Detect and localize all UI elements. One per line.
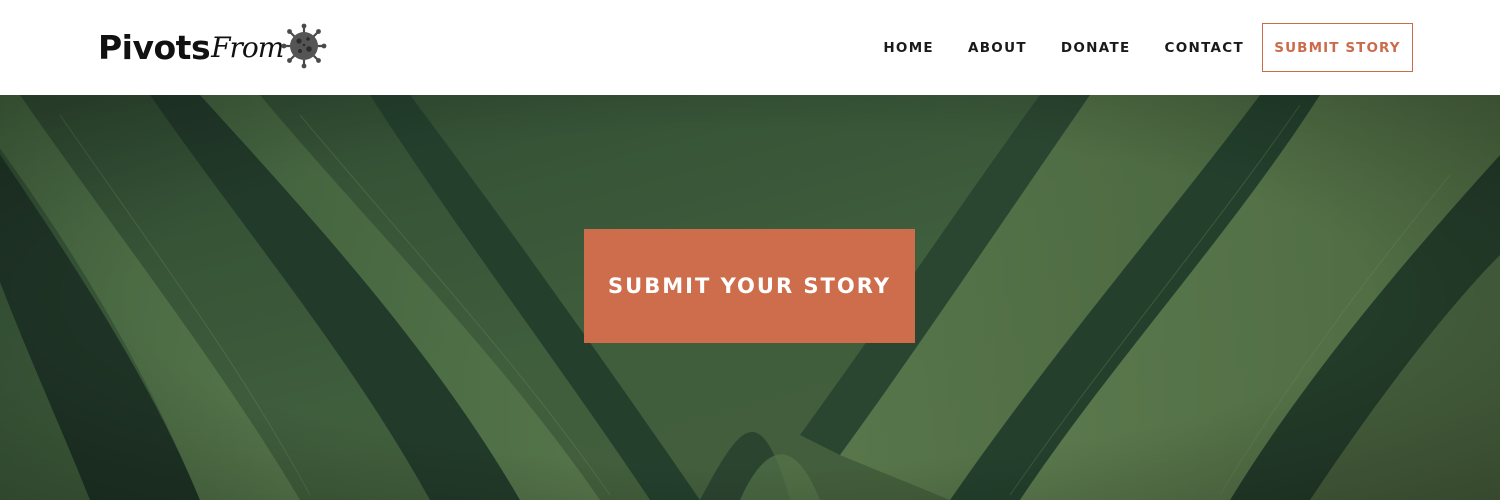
nav-contact-link[interactable]: CONTACT bbox=[1164, 40, 1244, 56]
site-header: Pivots From HOME ABOUT DONATE CONTACT SU… bbox=[0, 0, 1500, 95]
site-logo[interactable]: Pivots From bbox=[98, 22, 327, 72]
logo-wordmark: Pivots bbox=[98, 27, 211, 67]
logo-script-text: From bbox=[211, 30, 284, 64]
hero-banner: SUBMIT YOUR STORY bbox=[0, 95, 1500, 500]
submit-your-story-button[interactable]: SUBMIT YOUR STORY bbox=[584, 229, 915, 343]
virus-icon bbox=[281, 23, 327, 69]
nav-home-link[interactable]: HOME bbox=[883, 40, 934, 56]
nav-donate-link[interactable]: DONATE bbox=[1061, 40, 1131, 56]
nav-about-link[interactable]: ABOUT bbox=[968, 40, 1027, 56]
submit-story-button[interactable]: SUBMIT STORY bbox=[1262, 23, 1413, 72]
main-nav: HOME ABOUT DONATE CONTACT SUBMIT STORY bbox=[883, 23, 1413, 72]
